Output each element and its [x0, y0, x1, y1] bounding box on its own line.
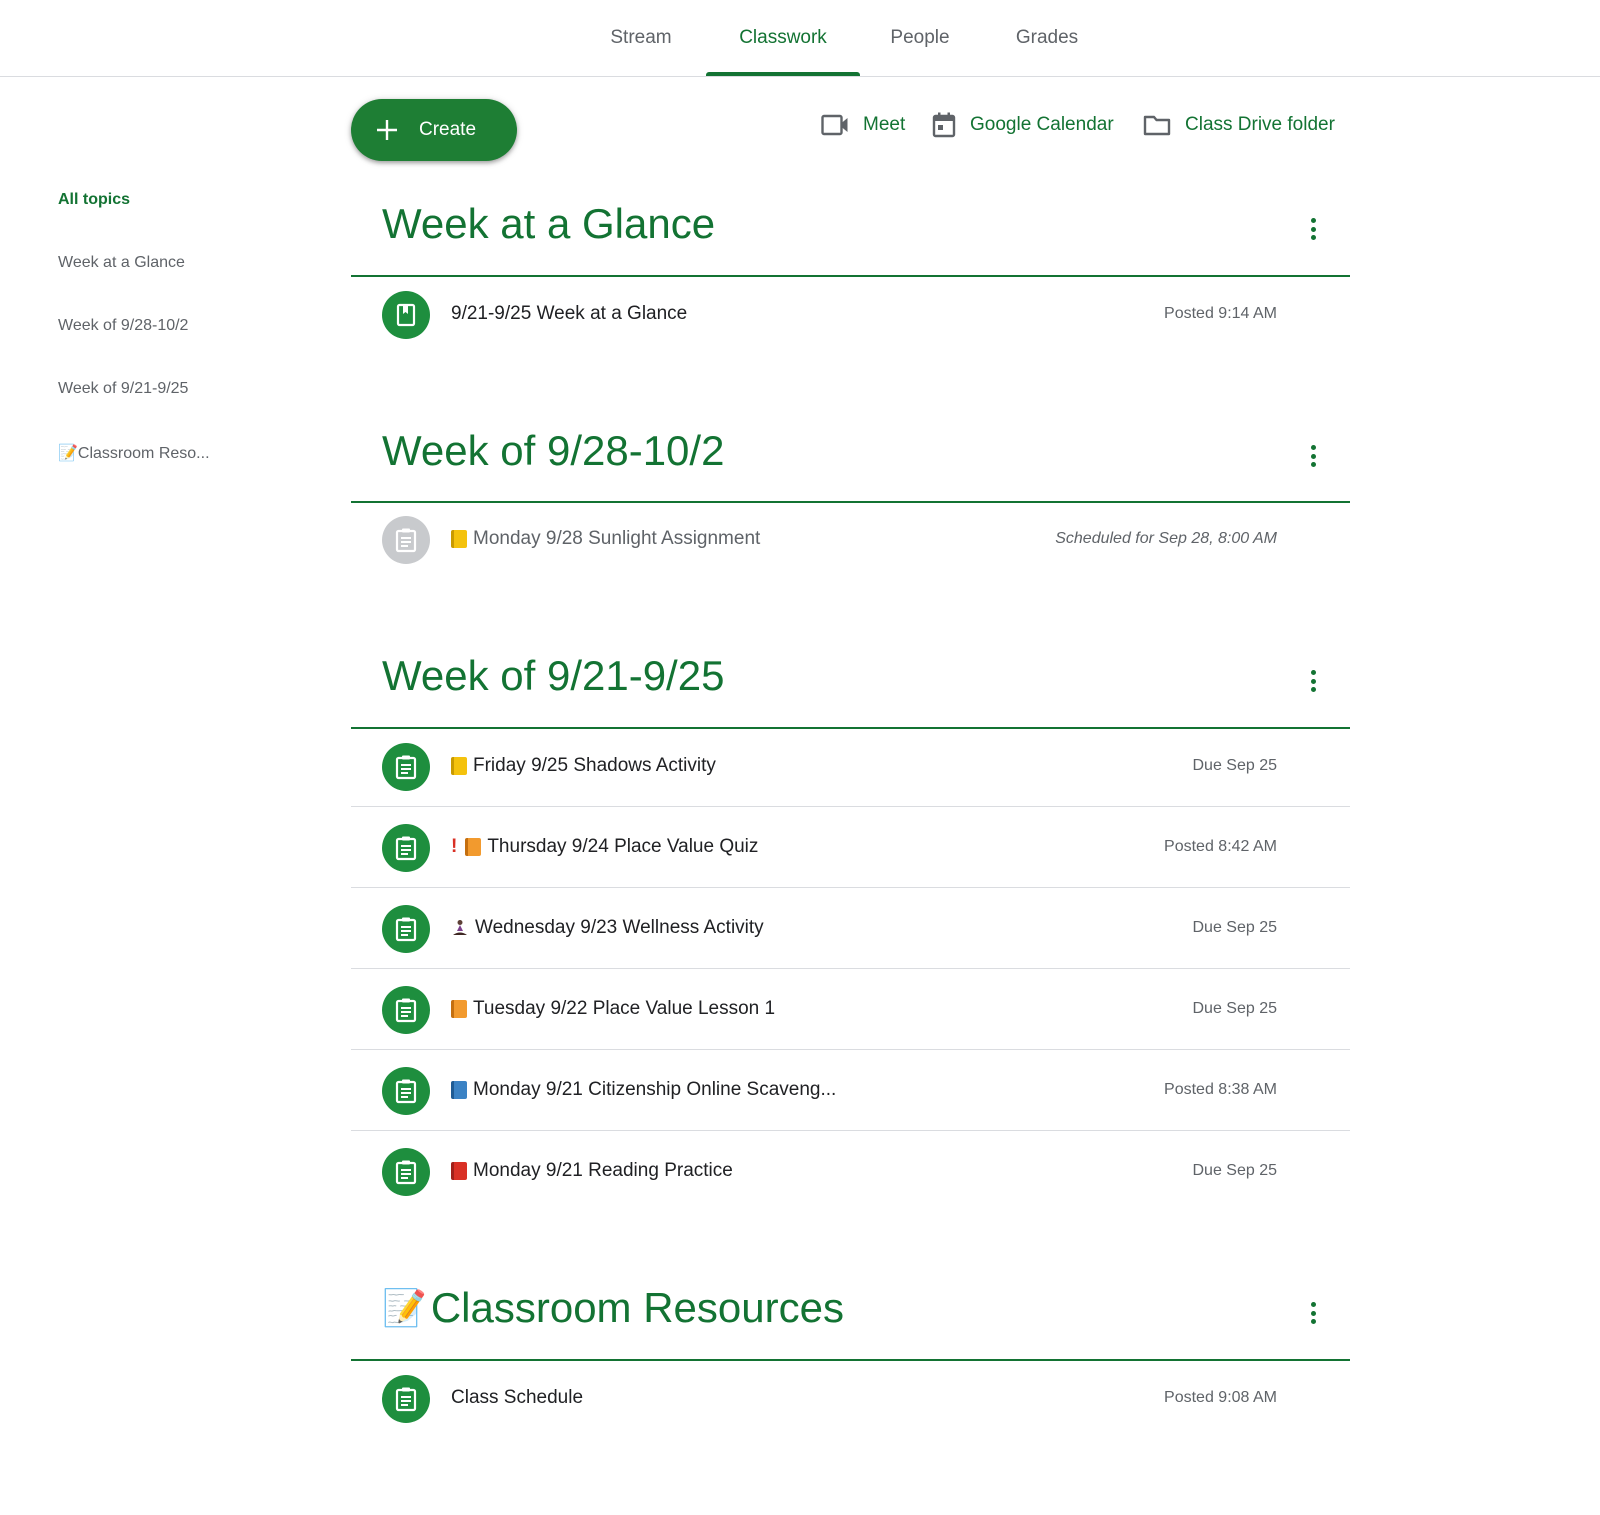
list-item[interactable]: ! Thursday 9/24 Place Value Quiz Posted 8… [351, 808, 1350, 888]
sidebar-item-all-topics[interactable]: All topics [58, 191, 130, 209]
topic-more-options-icon[interactable] [1305, 441, 1321, 471]
create-button-label: Create [419, 119, 477, 140]
list-item[interactable]: Class Schedule Posted 9:08 AM [351, 1359, 1350, 1439]
red-book-icon [451, 1162, 467, 1180]
material-icon [382, 291, 430, 339]
assignment-icon [382, 905, 430, 953]
list-item[interactable]: 9/21-9/25 Week at a Glance Posted 9:14 A… [351, 275, 1350, 355]
orange-book-icon [465, 838, 482, 856]
topic-title[interactable]: Week of 9/21-9/25 [382, 652, 724, 700]
assignment-icon [382, 1148, 430, 1196]
item-title: Tuesday 9/22 Place Value Lesson 1 [473, 998, 776, 1019]
topic-title[interactable]: Week at a Glance [382, 200, 715, 248]
active-tab-indicator [706, 72, 860, 76]
topic-title-text: Classroom Resources [430, 1284, 844, 1331]
item-title: Thursday 9/24 Place Value Quiz [487, 836, 759, 857]
item-meta: Posted 9:08 AM [1164, 1389, 1277, 1406]
calendar-icon [932, 112, 956, 138]
yellow-notebook-icon [451, 757, 467, 775]
meet-link[interactable]: Meet [821, 109, 905, 141]
list-item[interactable]: Monday 9/21 Citizenship Online Scaveng..… [351, 1051, 1350, 1131]
item-meta: Due Sep 25 [1192, 1162, 1277, 1179]
item-meta: Posted 8:38 AM [1164, 1081, 1277, 1098]
create-button[interactable]: Create [351, 99, 517, 161]
assignment-icon [382, 824, 430, 872]
orange-book-icon [451, 1000, 467, 1018]
topic-title[interactable]: Week of 9/28-10/2 [382, 427, 724, 475]
folder-icon [1143, 115, 1171, 136]
topic-more-options-icon[interactable] [1305, 214, 1321, 244]
item-meta: Posted 8:42 AM [1164, 838, 1277, 855]
google-calendar-link[interactable]: Google Calendar [932, 109, 1114, 141]
list-item[interactable]: Friday 9/25 Shadows Activity Due Sep 25 [351, 727, 1350, 807]
item-title: 9/21-9/25 Week at a Glance [451, 303, 688, 324]
video-camera-icon [821, 114, 848, 136]
item-title: Monday 9/21 Citizenship Online Scaveng..… [473, 1079, 837, 1100]
sidebar-item-classroom-resources[interactable]: 📝Classroom Reso... [58, 443, 210, 463]
exclamation-mark-icon: ! [451, 836, 458, 857]
topic-title[interactable]: 📝 Classroom Resources [382, 1284, 844, 1332]
list-item[interactable]: Wednesday 9/23 Wellness Activity Due Sep… [351, 889, 1350, 969]
memo-icon: 📝 [382, 1287, 427, 1328]
sidebar-item-week-9-21[interactable]: Week of 9/21-9/25 [58, 380, 188, 398]
assignment-icon [382, 1067, 430, 1115]
tab-grades[interactable]: Grades [1000, 0, 1094, 76]
item-title: Monday 9/21 Reading Practice [473, 1160, 733, 1181]
class-drive-folder-label: Class Drive folder [1185, 114, 1335, 135]
tab-stream[interactable]: Stream [596, 0, 686, 76]
item-title: Wednesday 9/23 Wellness Activity [475, 917, 764, 938]
meditation-icon [453, 920, 467, 935]
sidebar-item-week-9-28[interactable]: Week of 9/28-10/2 [58, 317, 188, 335]
item-title: Friday 9/25 Shadows Activity [473, 755, 716, 776]
assignment-icon [382, 986, 430, 1034]
tab-people[interactable]: People [875, 0, 965, 76]
assignment-icon [382, 1375, 430, 1423]
top-tab-bar: Stream Classwork People Grades [0, 0, 1600, 77]
tab-label: People [890, 27, 950, 48]
tab-label: Classwork [739, 27, 827, 48]
google-calendar-label: Google Calendar [970, 114, 1114, 135]
class-drive-folder-link[interactable]: Class Drive folder [1143, 109, 1335, 141]
blue-book-icon [451, 1081, 467, 1099]
sidebar-item-week-at-a-glance[interactable]: Week at a Glance [58, 254, 185, 272]
item-title: Class Schedule [451, 1387, 584, 1408]
list-item[interactable]: Monday 9/28 Sunlight Assignment Schedule… [351, 500, 1350, 580]
assignment-icon [382, 743, 430, 791]
topic-more-options-icon[interactable] [1305, 666, 1321, 696]
topic-more-options-icon[interactable] [1305, 1298, 1321, 1328]
list-item[interactable]: Monday 9/21 Reading Practice Due Sep 25 [351, 1132, 1350, 1212]
plus-icon [377, 120, 397, 140]
tab-label: Grades [1015, 27, 1079, 48]
item-meta: Due Sep 25 [1192, 757, 1277, 774]
tab-classwork[interactable]: Classwork [706, 0, 860, 76]
meet-label: Meet [863, 114, 906, 135]
tab-label: Stream [610, 27, 672, 48]
item-meta: Due Sep 25 [1192, 1000, 1277, 1017]
item-meta: Scheduled for Sep 28, 8:00 AM [1055, 530, 1277, 547]
assignment-icon [382, 516, 430, 564]
item-meta: Posted 9:14 AM [1164, 305, 1277, 322]
yellow-notebook-icon [451, 530, 467, 548]
item-title: Monday 9/28 Sunlight Assignment [473, 528, 761, 549]
list-item[interactable]: Tuesday 9/22 Place Value Lesson 1 Due Se… [351, 970, 1350, 1050]
item-meta: Due Sep 25 [1192, 919, 1277, 936]
